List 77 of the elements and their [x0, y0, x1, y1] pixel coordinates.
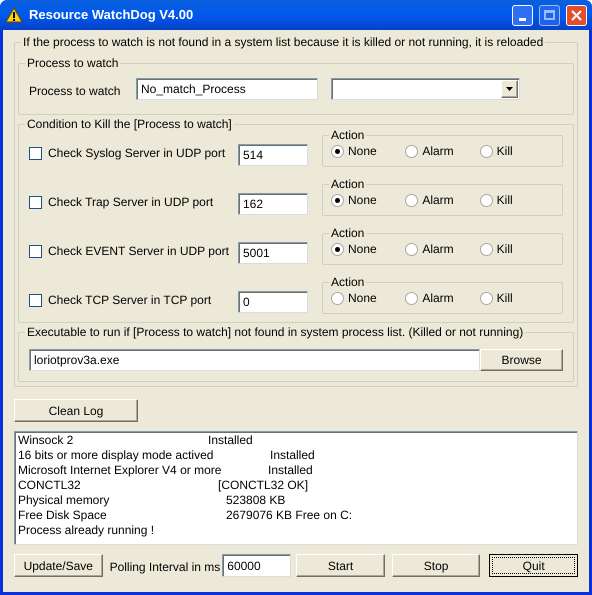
radio-label: Kill	[496, 290, 513, 307]
checkbox[interactable]	[29, 294, 42, 306]
caret-icon	[506, 87, 513, 91]
maximize-button[interactable]	[539, 4, 560, 26]
port-field[interactable]: 514	[238, 144, 308, 166]
checkbox-label: Check TCP Server in TCP port	[48, 292, 212, 309]
group-title: Action	[329, 275, 366, 289]
radio-label: Alarm	[422, 290, 454, 307]
update-save-button[interactable]: Update/Save	[14, 554, 103, 577]
radio-button[interactable]	[480, 144, 493, 158]
log-line: Process already running !	[18, 523, 154, 538]
log-value: 2679076 KB Free on C:	[226, 508, 352, 523]
log-value: Installed	[270, 448, 315, 463]
radio-label: None	[348, 192, 377, 209]
quit-button[interactable]: Quit	[489, 554, 578, 577]
radio-label: None	[348, 290, 377, 307]
browse-button[interactable]: Browse	[480, 349, 563, 371]
group-title: Action	[329, 128, 366, 142]
window-title: Resource WatchDog V4.00	[29, 6, 194, 24]
executable-field[interactable]: loriotprov3a.exe	[29, 349, 480, 371]
radio-button[interactable]	[405, 194, 418, 206]
port-field[interactable]: 0	[238, 291, 308, 313]
radio-button[interactable]	[480, 242, 493, 256]
log-line: 16 bits or more display mode actived	[18, 448, 214, 463]
group-title: Action	[329, 226, 366, 240]
checkbox[interactable]	[29, 244, 42, 258]
checkbox[interactable]	[29, 196, 42, 208]
process-name-field[interactable]: No_match_Process	[136, 78, 318, 100]
radio-label: Kill	[496, 192, 513, 209]
log-value: Installed	[208, 433, 253, 448]
radio-label: None	[348, 143, 377, 160]
stop-button[interactable]: Stop	[392, 554, 480, 577]
radio-label: Alarm	[422, 192, 454, 209]
start-button[interactable]: Start	[296, 554, 385, 577]
dropdown-button[interactable]	[501, 80, 518, 98]
radio-button[interactable]	[480, 292, 493, 304]
group-title: Action	[329, 177, 366, 191]
field-label: Process to watch	[29, 83, 122, 100]
checkbox[interactable]	[29, 146, 42, 160]
radio-button[interactable]	[331, 144, 344, 158]
group-title: Process to watch	[25, 56, 120, 70]
radio-button[interactable]	[405, 242, 418, 256]
interval-field[interactable]: 60000	[222, 554, 292, 577]
log-line: Microsoft Internet Explorer V4 or more	[18, 463, 222, 478]
radio-label: Alarm	[422, 143, 454, 160]
radio-label: Kill	[496, 143, 513, 160]
radio-button[interactable]	[331, 194, 344, 206]
log-line: CONCTL32	[18, 478, 82, 493]
log-line: Winsock 2	[18, 433, 74, 448]
port-field[interactable]: 162	[238, 193, 308, 215]
radio-button[interactable]	[331, 292, 344, 304]
log-line: Physical memory	[18, 493, 110, 508]
radio-label: None	[348, 241, 377, 258]
radio-button[interactable]	[405, 144, 418, 158]
group-title: If the process to watch is not found in a system list because it is killed or not running, it is reloaded	[21, 35, 546, 49]
interval-label: Polling Interval in ms	[110, 559, 220, 576]
radio-button[interactable]	[480, 194, 493, 206]
checkbox-label: Check Syslog Server in UDP port	[48, 145, 226, 162]
clean-log-button[interactable]: Clean Log	[14, 399, 138, 422]
radio-button[interactable]	[331, 242, 344, 256]
minimize-button[interactable]	[512, 4, 533, 26]
warning-icon	[5, 7, 23, 23]
log-value: Installed	[268, 463, 313, 478]
process-dropdown[interactable]	[331, 78, 520, 100]
close-button[interactable]	[566, 4, 587, 26]
log-value: [CONCTL32 OK]	[218, 478, 308, 493]
close-icon	[571, 10, 582, 20]
log-value: 523808 KB	[226, 493, 286, 508]
checkbox-label: Check EVENT Server in UDP port	[48, 243, 229, 260]
group-title: Condition to Kill the [Process to watch]	[25, 117, 234, 131]
port-field[interactable]: 5001	[238, 242, 308, 264]
radio-button[interactable]	[405, 292, 418, 304]
radio-label: Alarm	[422, 241, 454, 258]
log-line: Free Disk Space	[18, 508, 108, 523]
checkbox-label: Check Trap Server in UDP port	[48, 194, 214, 211]
radio-label: Kill	[496, 241, 513, 258]
group-title: Executable to run if [Process to watch] not found in system process list. (Killed or not running)	[25, 325, 526, 339]
